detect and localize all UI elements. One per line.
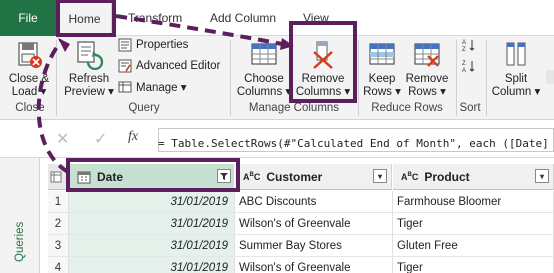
tab-file[interactable]: File bbox=[0, 0, 56, 36]
choose-columns-label-1: Choose bbox=[244, 73, 284, 85]
table-cell-product[interactable]: Farmhouse Bloomer bbox=[393, 191, 554, 213]
text-type-icon: ABC bbox=[243, 171, 261, 182]
group-divider bbox=[358, 40, 359, 116]
manage-icon bbox=[118, 80, 132, 94]
tab-transform[interactable]: Transform bbox=[128, 0, 182, 36]
table-cell-customer[interactable]: Wilson's of Greenvale bbox=[235, 257, 393, 273]
column-header-customer[interactable]: ABC Customer ▾ bbox=[235, 164, 392, 190]
table-cell-customer[interactable]: Wilson's of Greenvale bbox=[235, 213, 393, 235]
close-load-icon bbox=[14, 40, 44, 70]
split-column-label-2: Column ▾ bbox=[491, 86, 541, 98]
svg-text:A: A bbox=[462, 68, 466, 73]
column-name-customer: Customer bbox=[266, 169, 323, 184]
split-column-button[interactable]: Split Column ▾ bbox=[490, 40, 542, 99]
remove-rows-button[interactable]: Remove Rows ▾ bbox=[404, 40, 450, 99]
manage-label: Manage ▾ bbox=[136, 82, 187, 94]
filter-dropdown-icon[interactable] bbox=[217, 169, 231, 183]
svg-text:A: A bbox=[462, 40, 466, 46]
refresh-preview-label-1: Refresh bbox=[68, 73, 110, 85]
remove-columns-icon bbox=[308, 40, 338, 70]
refresh-icon bbox=[74, 40, 104, 71]
refresh-preview-label-2: Preview ▾ bbox=[64, 86, 114, 98]
table-cell-product[interactable]: Gluten Free bbox=[393, 235, 554, 257]
refresh-preview-button[interactable]: Refresh Preview ▾ bbox=[60, 40, 118, 99]
fx-icon[interactable]: fx bbox=[128, 129, 138, 145]
choose-columns-button[interactable]: Choose Columns ▾ bbox=[236, 40, 292, 99]
table-cell-date[interactable]: 31/01/2019 bbox=[69, 235, 235, 257]
table-cell-product[interactable]: Tiger bbox=[393, 257, 554, 273]
row-number[interactable]: 3 bbox=[48, 235, 69, 257]
split-column-icon bbox=[501, 40, 531, 70]
grid-corner[interactable] bbox=[48, 164, 68, 190]
sort-descending-icon: ZA bbox=[462, 59, 476, 74]
group-label-close: Close bbox=[15, 102, 45, 114]
remove-columns-label-2: Columns ▾ bbox=[295, 86, 351, 98]
properties-button[interactable]: Properties bbox=[118, 38, 188, 52]
column-header-date[interactable]: Date bbox=[69, 164, 234, 190]
group-label-manage-columns: Manage Columns bbox=[248, 102, 340, 114]
keep-rows-label-2: Rows ▾ bbox=[363, 86, 401, 98]
commit-icon[interactable]: ✓ bbox=[94, 129, 107, 149]
row-number[interactable]: 2 bbox=[48, 213, 69, 235]
column-header-product[interactable]: ABC Product ▾ bbox=[393, 164, 554, 190]
tab-add-column[interactable]: Add Column bbox=[210, 0, 276, 36]
row-number[interactable]: 4 bbox=[48, 257, 69, 273]
keep-rows-label-1: Keep bbox=[368, 73, 396, 85]
row-number[interactable]: 1 bbox=[48, 191, 69, 213]
table-cell-date[interactable]: 31/01/2019 bbox=[69, 257, 235, 273]
ribbon-tab-bar: File Home Transform Add Column View bbox=[0, 0, 554, 36]
group-label-query: Query bbox=[128, 102, 160, 114]
sort-ascending-icon: AZ bbox=[462, 38, 476, 53]
cancel-icon[interactable]: ✕ bbox=[56, 129, 69, 149]
group-divider bbox=[456, 40, 457, 116]
group-label-sort: Sort bbox=[459, 102, 481, 114]
text-type-icon: ABC bbox=[401, 171, 419, 182]
keep-rows-button[interactable]: Keep Rows ▾ bbox=[362, 40, 402, 99]
table-cell-date[interactable]: 31/01/2019 bbox=[69, 213, 235, 235]
remove-rows-icon bbox=[412, 40, 442, 70]
data-grid: Date ABC Customer ▾ ABC Product ▾ 1 31/0… bbox=[48, 158, 554, 273]
svg-text:Z: Z bbox=[462, 47, 466, 52]
table-cell-product[interactable]: Tiger bbox=[393, 213, 554, 235]
svg-text:Z: Z bbox=[462, 61, 466, 67]
properties-icon bbox=[118, 38, 132, 52]
tab-home[interactable]: Home bbox=[57, 0, 112, 36]
formula-text[interactable]: = Table.SelectRows(#"Calculated End of M… bbox=[158, 137, 549, 150]
column-name-product: Product bbox=[424, 169, 470, 184]
choose-columns-label-2: Columns ▾ bbox=[236, 86, 292, 98]
tab-view[interactable]: View bbox=[303, 0, 329, 36]
column-name-date: Date bbox=[97, 169, 124, 184]
remove-rows-label-2: Rows ▾ bbox=[408, 86, 446, 98]
close-load-label-2: Load ▾ bbox=[11, 86, 47, 98]
table-cell-date[interactable]: 31/01/2019 bbox=[69, 191, 235, 213]
group-divider bbox=[56, 40, 57, 116]
manage-button[interactable]: Manage ▾ bbox=[118, 80, 187, 94]
advanced-editor-icon bbox=[118, 59, 132, 73]
sort-descending-button[interactable]: ZA bbox=[462, 59, 480, 74]
close-load-label-1: Close & bbox=[8, 73, 50, 85]
remove-rows-label-1: Remove bbox=[405, 73, 449, 85]
close-load-button[interactable]: Close & Load ▾ bbox=[4, 40, 54, 99]
queries-label[interactable]: Queries bbox=[14, 222, 26, 262]
split-column-label-1: Split bbox=[504, 73, 528, 85]
group-label-reduce-rows: Reduce Rows bbox=[371, 102, 443, 114]
remove-columns-label-1: Remove bbox=[301, 73, 345, 85]
advanced-editor-button[interactable]: Advanced Editor bbox=[118, 59, 220, 73]
table-cell-customer[interactable]: Summer Bay Stores bbox=[235, 235, 393, 257]
column-dropdown-icon[interactable]: ▾ bbox=[535, 169, 549, 183]
choose-columns-icon bbox=[249, 40, 279, 70]
remove-columns-button[interactable]: Remove Columns ▾ bbox=[294, 40, 352, 99]
group-divider bbox=[486, 40, 487, 116]
ribbon: Close & Load ▾ Close Refresh Preview ▾ P… bbox=[0, 36, 554, 120]
calendar-icon bbox=[77, 170, 91, 184]
keep-rows-icon bbox=[367, 40, 397, 70]
table-cell-customer[interactable]: ABC Discounts bbox=[235, 191, 393, 213]
ribbon-overflow[interactable] bbox=[546, 70, 554, 84]
properties-label: Properties bbox=[136, 39, 189, 51]
sort-ascending-button[interactable]: AZ bbox=[462, 38, 480, 53]
group-divider bbox=[230, 40, 231, 116]
advanced-editor-label: Advanced Editor bbox=[136, 60, 221, 72]
column-dropdown-icon[interactable]: ▾ bbox=[373, 169, 387, 183]
